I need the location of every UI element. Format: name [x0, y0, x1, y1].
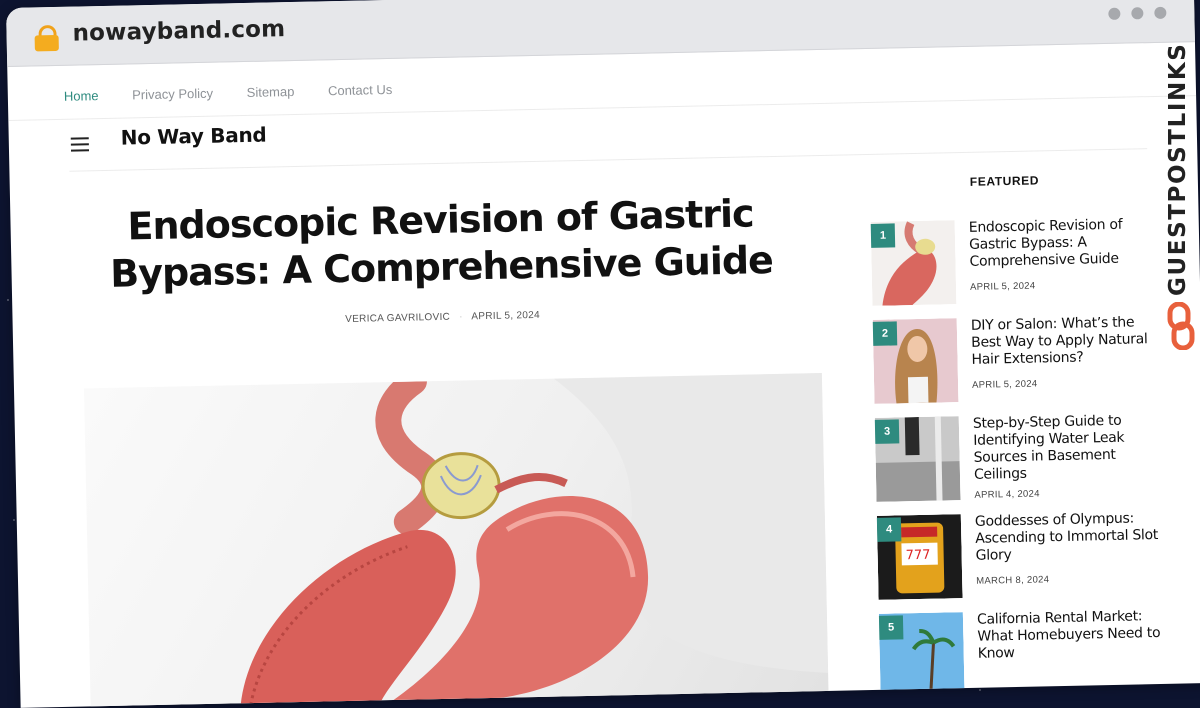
- lock-icon: [34, 24, 59, 52]
- watermark-text: GUESTPOSTLINKS: [1165, 42, 1191, 296]
- featured-date: APRIL 5, 2024: [971, 378, 1038, 391]
- article-meta: VERICA GAVRILOVIC · APRIL 5, 2024: [345, 309, 541, 325]
- featured-item-2[interactable]: 2 DIY or Salon: What’s the Best Way to A…: [872, 314, 1173, 404]
- guestpostlinks-watermark: GUESTPOSTLINKS: [1164, 43, 1196, 356]
- featured-heading: FEATURED: [969, 173, 1040, 189]
- featured-date: APRIL 5, 2024: [969, 280, 1036, 293]
- article-title: Endoscopic Revision of Gastric Bypass: A…: [109, 191, 774, 296]
- address-bar-url[interactable]: nowayband.com: [72, 16, 285, 46]
- featured-date: APRIL 4, 2024: [974, 488, 1040, 501]
- nav-privacy-policy[interactable]: Privacy Policy: [132, 86, 213, 103]
- article-date: APRIL 5, 2024: [471, 309, 541, 323]
- featured-date: MARCH 8, 2024: [976, 574, 1050, 587]
- featured-title[interactable]: Step-by-Step Guide to Identifying Water …: [973, 412, 1162, 484]
- rank-badge: 1: [870, 223, 896, 248]
- featured-item-5[interactable]: 5 California Rental Market: What Homebuy…: [878, 608, 1179, 698]
- featured-item-1[interactable]: 1 Endoscopic Revision of Gastric Bypass:…: [870, 216, 1171, 306]
- site-logo[interactable]: No Way Band: [120, 123, 266, 150]
- hero-image: [83, 372, 829, 708]
- article-author[interactable]: VERICA GAVRILOVIC: [345, 312, 450, 325]
- browser-window: nowayband.com Home Privacy Policy Sitema…: [6, 0, 1200, 708]
- featured-title[interactable]: DIY or Salon: What’s the Best Way to App…: [971, 314, 1160, 369]
- menu-icon[interactable]: [70, 137, 90, 155]
- window-dots-icon[interactable]: [1097, 6, 1167, 25]
- top-navigation: Home Privacy Policy Sitemap Contact Us: [64, 81, 423, 104]
- rank-badge: 5: [878, 615, 904, 640]
- nav-contact-us[interactable]: Contact Us: [328, 82, 393, 98]
- rank-badge: 3: [874, 419, 900, 444]
- featured-item-3[interactable]: 3 Step-by-Step Guide to Identifying Wate…: [874, 412, 1175, 502]
- chain-link-icon: [1167, 302, 1195, 350]
- nav-sitemap[interactable]: Sitemap: [247, 84, 295, 100]
- featured-title[interactable]: Goddesses of Olympus: Ascending to Immor…: [975, 510, 1164, 565]
- nav-home[interactable]: Home: [64, 88, 99, 104]
- svg-text:777: 777: [906, 548, 931, 564]
- browser-titlebar: nowayband.com: [6, 0, 1195, 67]
- rank-badge: 4: [876, 517, 902, 542]
- featured-item-4[interactable]: 4 777 Goddesses of Olympus: Ascending to…: [876, 510, 1177, 600]
- featured-title[interactable]: California Rental Market: What Homebuyer…: [977, 608, 1166, 663]
- featured-title[interactable]: Endoscopic Revision of Gastric Bypass: A…: [969, 216, 1158, 271]
- rank-badge: 2: [872, 321, 898, 346]
- divider: [69, 148, 1148, 172]
